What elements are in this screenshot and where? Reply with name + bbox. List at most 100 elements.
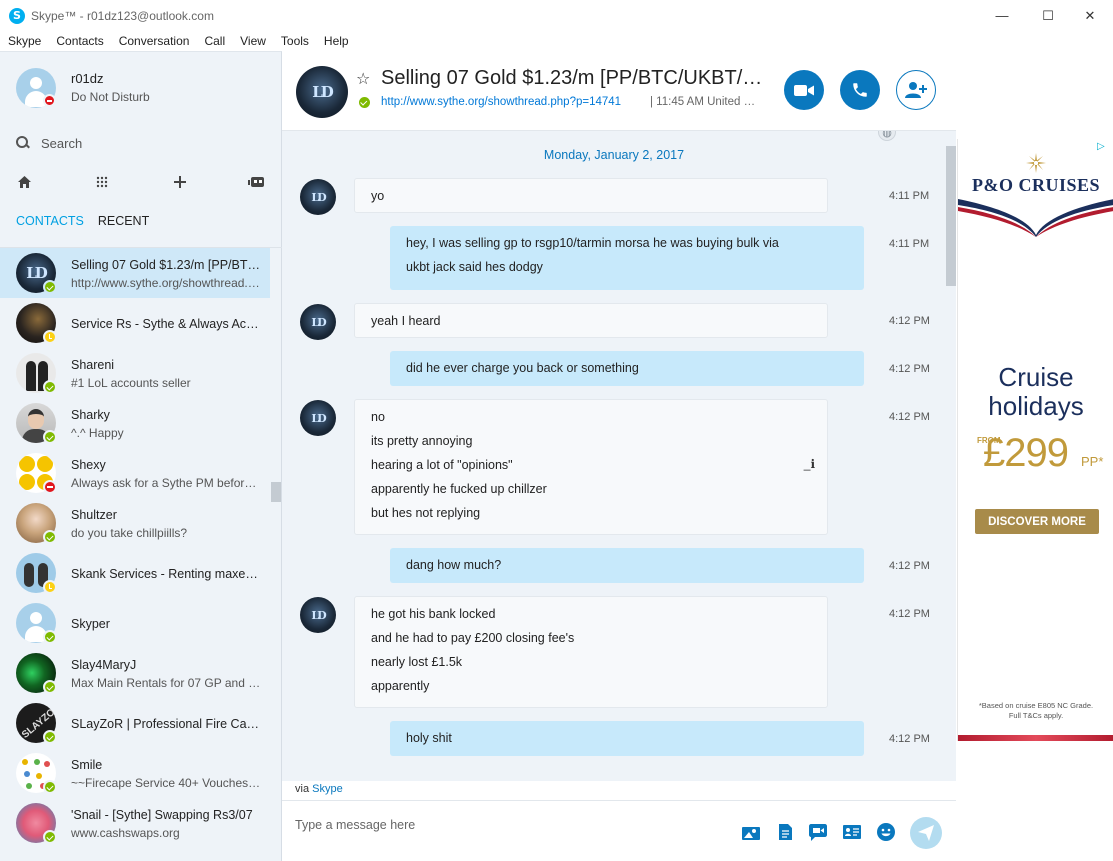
incoming-message[interactable]: yeah I heard <box>354 303 828 338</box>
contact-item[interactable]: Shexy Always ask for a Sythe PM before tr… <box>0 448 270 498</box>
file-icon <box>778 824 792 840</box>
message-input[interactable] <box>295 818 715 832</box>
contact-list-scrollbar[interactable] <box>271 482 281 502</box>
message-text: apparently he fucked up chillzer <box>371 482 547 496</box>
outgoing-message[interactable]: hey, I was selling gp to rsgp10/tarmin m… <box>390 226 864 290</box>
my-profile[interactable]: r01dz Do Not Disturb <box>0 52 282 122</box>
contact-item[interactable]: Sharky ^.^ Happy <box>0 398 270 448</box>
message-text: he got his bank locked <box>371 607 496 621</box>
contact-name: SLayZoR | Professional Fire Capes <box>71 717 261 731</box>
outgoing-message[interactable]: dang how much? <box>390 548 864 583</box>
my-name: r01dz <box>71 71 104 86</box>
message-timestamp: 4:12 PM <box>889 560 930 572</box>
incoming-message[interactable]: he got his bank locked and he had to pay … <box>354 596 828 708</box>
status-online-icon <box>43 630 57 644</box>
send-photo-button[interactable] <box>740 821 762 843</box>
sender-avatar[interactable]: LD <box>300 179 336 215</box>
image-icon <box>742 826 760 840</box>
via-skype-link[interactable]: Skype <box>312 783 343 795</box>
search-input[interactable] <box>41 135 241 151</box>
outgoing-message[interactable]: holy shit <box>390 721 864 756</box>
home-icon[interactable] <box>12 170 36 194</box>
search-box[interactable] <box>16 131 266 155</box>
message-text: holy shit <box>406 731 452 745</box>
maximize-button[interactable]: ☐ <box>1025 0 1071 31</box>
status-online-icon <box>43 830 57 844</box>
menu-help[interactable]: Help <box>324 34 349 48</box>
contact-item[interactable]: Smile ~~Firecape Service 40+ Vouches~~ <box>0 748 270 798</box>
incoming-message[interactable]: no its pretty annoying hearing a lot of "o… <box>354 399 828 535</box>
contact-item[interactable]: Shultzer do you take chillpiills? <box>0 498 270 548</box>
menu-conversation[interactable]: Conversation <box>119 34 190 48</box>
minimize-button[interactable]: — <box>979 0 1025 31</box>
conversation-mood-link[interactable]: http://www.sythe.org/showthread.php?p=14… <box>381 96 643 108</box>
message-text: but hes not replying <box>371 506 481 520</box>
date-separator: Monday, January 2, 2017 <box>543 148 685 162</box>
video-message-button[interactable] <box>807 821 829 843</box>
menu-call[interactable]: Call <box>204 34 225 48</box>
globe-icon[interactable]: ◍ <box>878 131 896 141</box>
ad-discover-more-button[interactable]: DISCOVER MORE <box>975 509 1099 534</box>
ad-headline-line-1: Cruise <box>998 362 1074 392</box>
menu-contacts[interactable]: Contacts <box>56 34 103 48</box>
menu-skype[interactable]: Skype <box>8 34 41 48</box>
ad-headline: Cruise holidays <box>958 363 1113 421</box>
contact-item[interactable]: Service Rs - Sythe & Always Active <box>0 298 270 348</box>
contact-item[interactable]: Skyper <box>0 598 270 648</box>
conversation-header: LD ☆ Selling 07 Gold $1.23/m [PP/BTC/UKB… <box>282 51 956 131</box>
contact-list: LDSelling 07 Gold $1.23/m [PP/BTC/UKBT/S… <box>0 247 282 861</box>
adchoices-icon[interactable]: ▷ <box>1097 141 1109 153</box>
contact-mood: Max Main Rentals for 07 GP and more <box>71 676 261 690</box>
emoticons-button[interactable] <box>875 821 897 843</box>
menu-view[interactable]: View <box>240 34 266 48</box>
menu-tools[interactable]: Tools <box>281 34 309 48</box>
advertisement-banner[interactable]: ▷ P&O CRUISES Cruise holidays FROM £299 … <box>957 139 1113 741</box>
search-icon <box>16 136 30 150</box>
add-people-button[interactable] <box>896 70 936 110</box>
contact-item[interactable]: Skank Services - Renting maxed mains <box>0 548 270 598</box>
message-text: ukbt jack said hes dodgy <box>406 260 543 274</box>
ad-fine-print-line-1: *Based on cruise E805 NC Grade. <box>978 701 1094 710</box>
contact-item[interactable]: Slay4MaryJ Max Main Rentals for 07 GP and… <box>0 648 270 698</box>
sender-avatar[interactable]: LD <box>300 400 336 436</box>
contact-tabs: CONTACTS RECENT <box>16 214 163 234</box>
contact-name: Sharky <box>71 408 110 422</box>
bot-icon[interactable] <box>245 170 269 194</box>
message-timestamp: 4:11 PM <box>889 190 930 202</box>
message-info-icon[interactable]: _ℹ <box>804 457 815 471</box>
conversation-avatar[interactable]: LD <box>296 66 348 118</box>
contact-mood: #1 LoL accounts seller <box>71 376 191 390</box>
tab-contacts[interactable]: CONTACTS <box>16 214 84 234</box>
voice-call-button[interactable] <box>840 70 880 110</box>
incoming-message[interactable]: yo <box>354 178 828 213</box>
via-label: via <box>295 783 310 795</box>
status-dnd-icon <box>43 480 57 494</box>
contact-item[interactable]: 'Snail - [Sythe] Swapping Rs3/07 www.cash… <box>0 798 270 848</box>
contact-name: Shareni <box>71 358 115 372</box>
sender-avatar[interactable]: LD <box>300 304 336 340</box>
video-call-button[interactable] <box>784 70 824 110</box>
tab-recent[interactable]: RECENT <box>98 214 149 234</box>
message-text: no <box>371 410 385 424</box>
contact-item[interactable]: Shareni #1 LoL accounts seller <box>0 348 270 398</box>
add-person-icon <box>905 82 927 98</box>
message-text: hearing a lot of "opinions" <box>371 458 513 472</box>
send-file-button[interactable] <box>774 821 796 843</box>
close-button[interactable]: ✕ <box>1067 0 1113 31</box>
contact-item[interactable]: LDSelling 07 Gold $1.23/m [PP/BTC/UKBT/S… <box>0 248 270 298</box>
outgoing-message[interactable]: did he ever charge you back or something <box>390 351 864 386</box>
ad-headline-line-2: holidays <box>988 391 1084 421</box>
send-contacts-button[interactable] <box>841 821 863 843</box>
sidebar-toolbar <box>0 170 282 194</box>
send-button[interactable] <box>910 817 942 849</box>
sender-avatar[interactable]: LD <box>300 597 336 633</box>
smiley-icon <box>877 823 895 841</box>
add-icon[interactable] <box>168 170 192 194</box>
favorite-star-icon[interactable]: ☆ <box>356 69 370 88</box>
status-online-icon <box>43 730 57 744</box>
dialpad-icon[interactable] <box>90 170 114 194</box>
contact-item[interactable]: SLAYZOR SLayZoR | Professional Fire Capes <box>0 698 270 748</box>
contact-card-icon <box>843 825 861 839</box>
message-scrollbar[interactable] <box>946 146 956 286</box>
contact-name: Selling 07 Gold $1.23/m [PP/BTC/UKBT/Skr… <box>71 258 261 272</box>
